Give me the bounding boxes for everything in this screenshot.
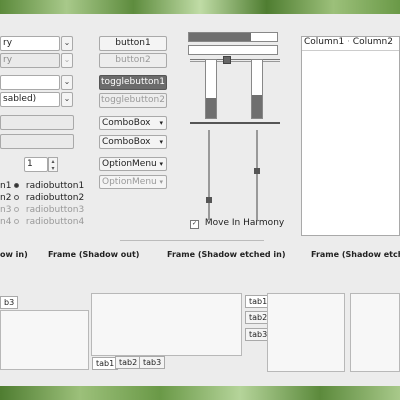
spin-arrows[interactable]: ▴ ▾ [48,157,58,172]
frame-shadow-in-label: ow in) [0,250,28,259]
progressbar-horizontal-1 [188,32,278,42]
togglebutton2: togglebutton2 [99,93,167,108]
radiobutton-label: radiobutton1 [25,181,85,191]
notebook-2-tab-3[interactable]: tab3 [139,356,166,369]
frame-separator-line [120,240,264,241]
notebook-1-panel [0,310,89,370]
spin-up-icon[interactable]: ▴ [49,158,57,165]
notebook-3-panel [267,293,345,372]
togglebutton1[interactable]: togglebutton1 [99,75,167,90]
combo-arrow-button-3[interactable]: ⌄ [61,75,73,90]
optionmenu-label: OptionMenu [102,177,157,187]
move-in-harmony-label: Move In Harmony [204,218,285,228]
radiobutton-1[interactable]: radiobutton1 [14,181,84,191]
chevron-down-icon: ⌄ [63,77,71,86]
optionmenu-1[interactable]: OptionMenu ▾ [99,157,167,171]
notebook-2-panel [91,293,242,356]
scale-vertical-2-track[interactable] [256,130,258,220]
radiobutton-label: radiobutton2 [25,193,85,203]
frame-shadow-etched-in-label: Frame (Shadow etched in) [167,250,286,259]
scale-horizontal-slider[interactable] [222,56,231,64]
progressbar-vertical-2 [251,59,263,119]
radio-left-label-1: n1 [0,181,12,191]
entry-4[interactable]: sabled) [0,92,60,107]
button2: button2 [99,53,167,68]
radio-indicator [14,207,19,212]
scale-vertical-1-track[interactable] [208,130,210,220]
entry-6 [0,134,74,149]
entry-2: ry [0,53,60,68]
chevron-down-icon: ⌄ [63,55,71,64]
column-header-2[interactable]: Column2 [353,37,393,47]
combobox-label: ComboBox [102,137,151,147]
scale-vertical-2-slider[interactable] [254,167,260,174]
entry-1[interactable]: ry [0,36,60,51]
checkbox-checked-icon[interactable]: ✓ [190,220,199,229]
radio-indicator [14,219,19,224]
radiobutton-4: radiobutton4 [14,217,84,227]
chevron-down-icon: ▾ [159,160,163,168]
desktop-background [0,0,400,14]
radio-left-label-3: n3 [0,205,12,215]
optionmenu-2: OptionMenu ▾ [99,175,167,189]
entry-5 [0,115,74,130]
radiobutton-label: radiobutton3 [25,205,85,215]
progress-fill [206,97,216,118]
combobox-label: ComboBox [102,118,151,128]
treeview[interactable]: Column1 · Column2 [301,36,400,236]
notebook-2-tab-2[interactable]: tab2 [115,356,142,369]
chevron-down-icon: ▾ [159,119,163,127]
frame-shadow-etched-label: Frame (Shadow etch [311,250,400,259]
combo-arrow-button-4[interactable]: ⌄ [61,92,73,107]
entry-3[interactable] [0,75,60,90]
gtk-demo-window: ry ⌄ ry ⌄ ⌄ sabled) ⌄ 1 ▴ ▾ n1 n2 n3 n4 … [0,14,400,386]
combobox-2[interactable]: ComboBox ▾ [99,135,167,149]
radio-indicator[interactable] [14,183,19,188]
notebook-1-tab[interactable]: b3 [0,296,19,309]
combo-arrow-button-2: ⌄ [61,53,73,68]
scale-horizontal-track[interactable] [190,59,280,62]
radiobutton-2[interactable]: radiobutton2 [14,193,84,203]
progress-fill [252,94,262,118]
progress-fill [189,33,251,41]
separator-horizontal [190,122,280,124]
chevron-down-icon: ▾ [159,178,163,186]
radio-left-label-4: n4 [0,217,12,227]
optionmenu-label: OptionMenu [102,159,157,169]
spin-button-entry[interactable]: 1 [24,157,48,172]
desktop-background-bottom [0,386,400,400]
progressbar-vertical-1 [205,59,217,119]
chevron-down-icon: ⌄ [63,38,71,47]
notebook-4-panel [350,293,400,372]
radiobutton-3: radiobutton3 [14,205,84,215]
combobox-1[interactable]: ComboBox ▾ [99,116,167,130]
progressbar-horizontal-2 [188,45,278,55]
spin-down-icon[interactable]: ▾ [49,165,57,172]
combo-arrow-button-1[interactable]: ⌄ [61,36,73,51]
button1[interactable]: button1 [99,36,167,51]
move-in-harmony-checkbox[interactable]: ✓ Move In Harmony [190,218,284,229]
column-header-1[interactable]: Column1 [304,37,344,47]
treeview-header: Column1 · Column2 [302,37,399,51]
radio-left-label-2: n2 [0,193,12,203]
radiobutton-label: radiobutton4 [25,217,85,227]
chevron-down-icon: ▾ [159,138,163,146]
scale-vertical-1-slider[interactable] [206,197,212,204]
radio-indicator[interactable] [14,195,19,200]
chevron-down-icon: ⌄ [63,94,71,103]
frame-shadow-out-label: Frame (Shadow out) [48,250,140,259]
